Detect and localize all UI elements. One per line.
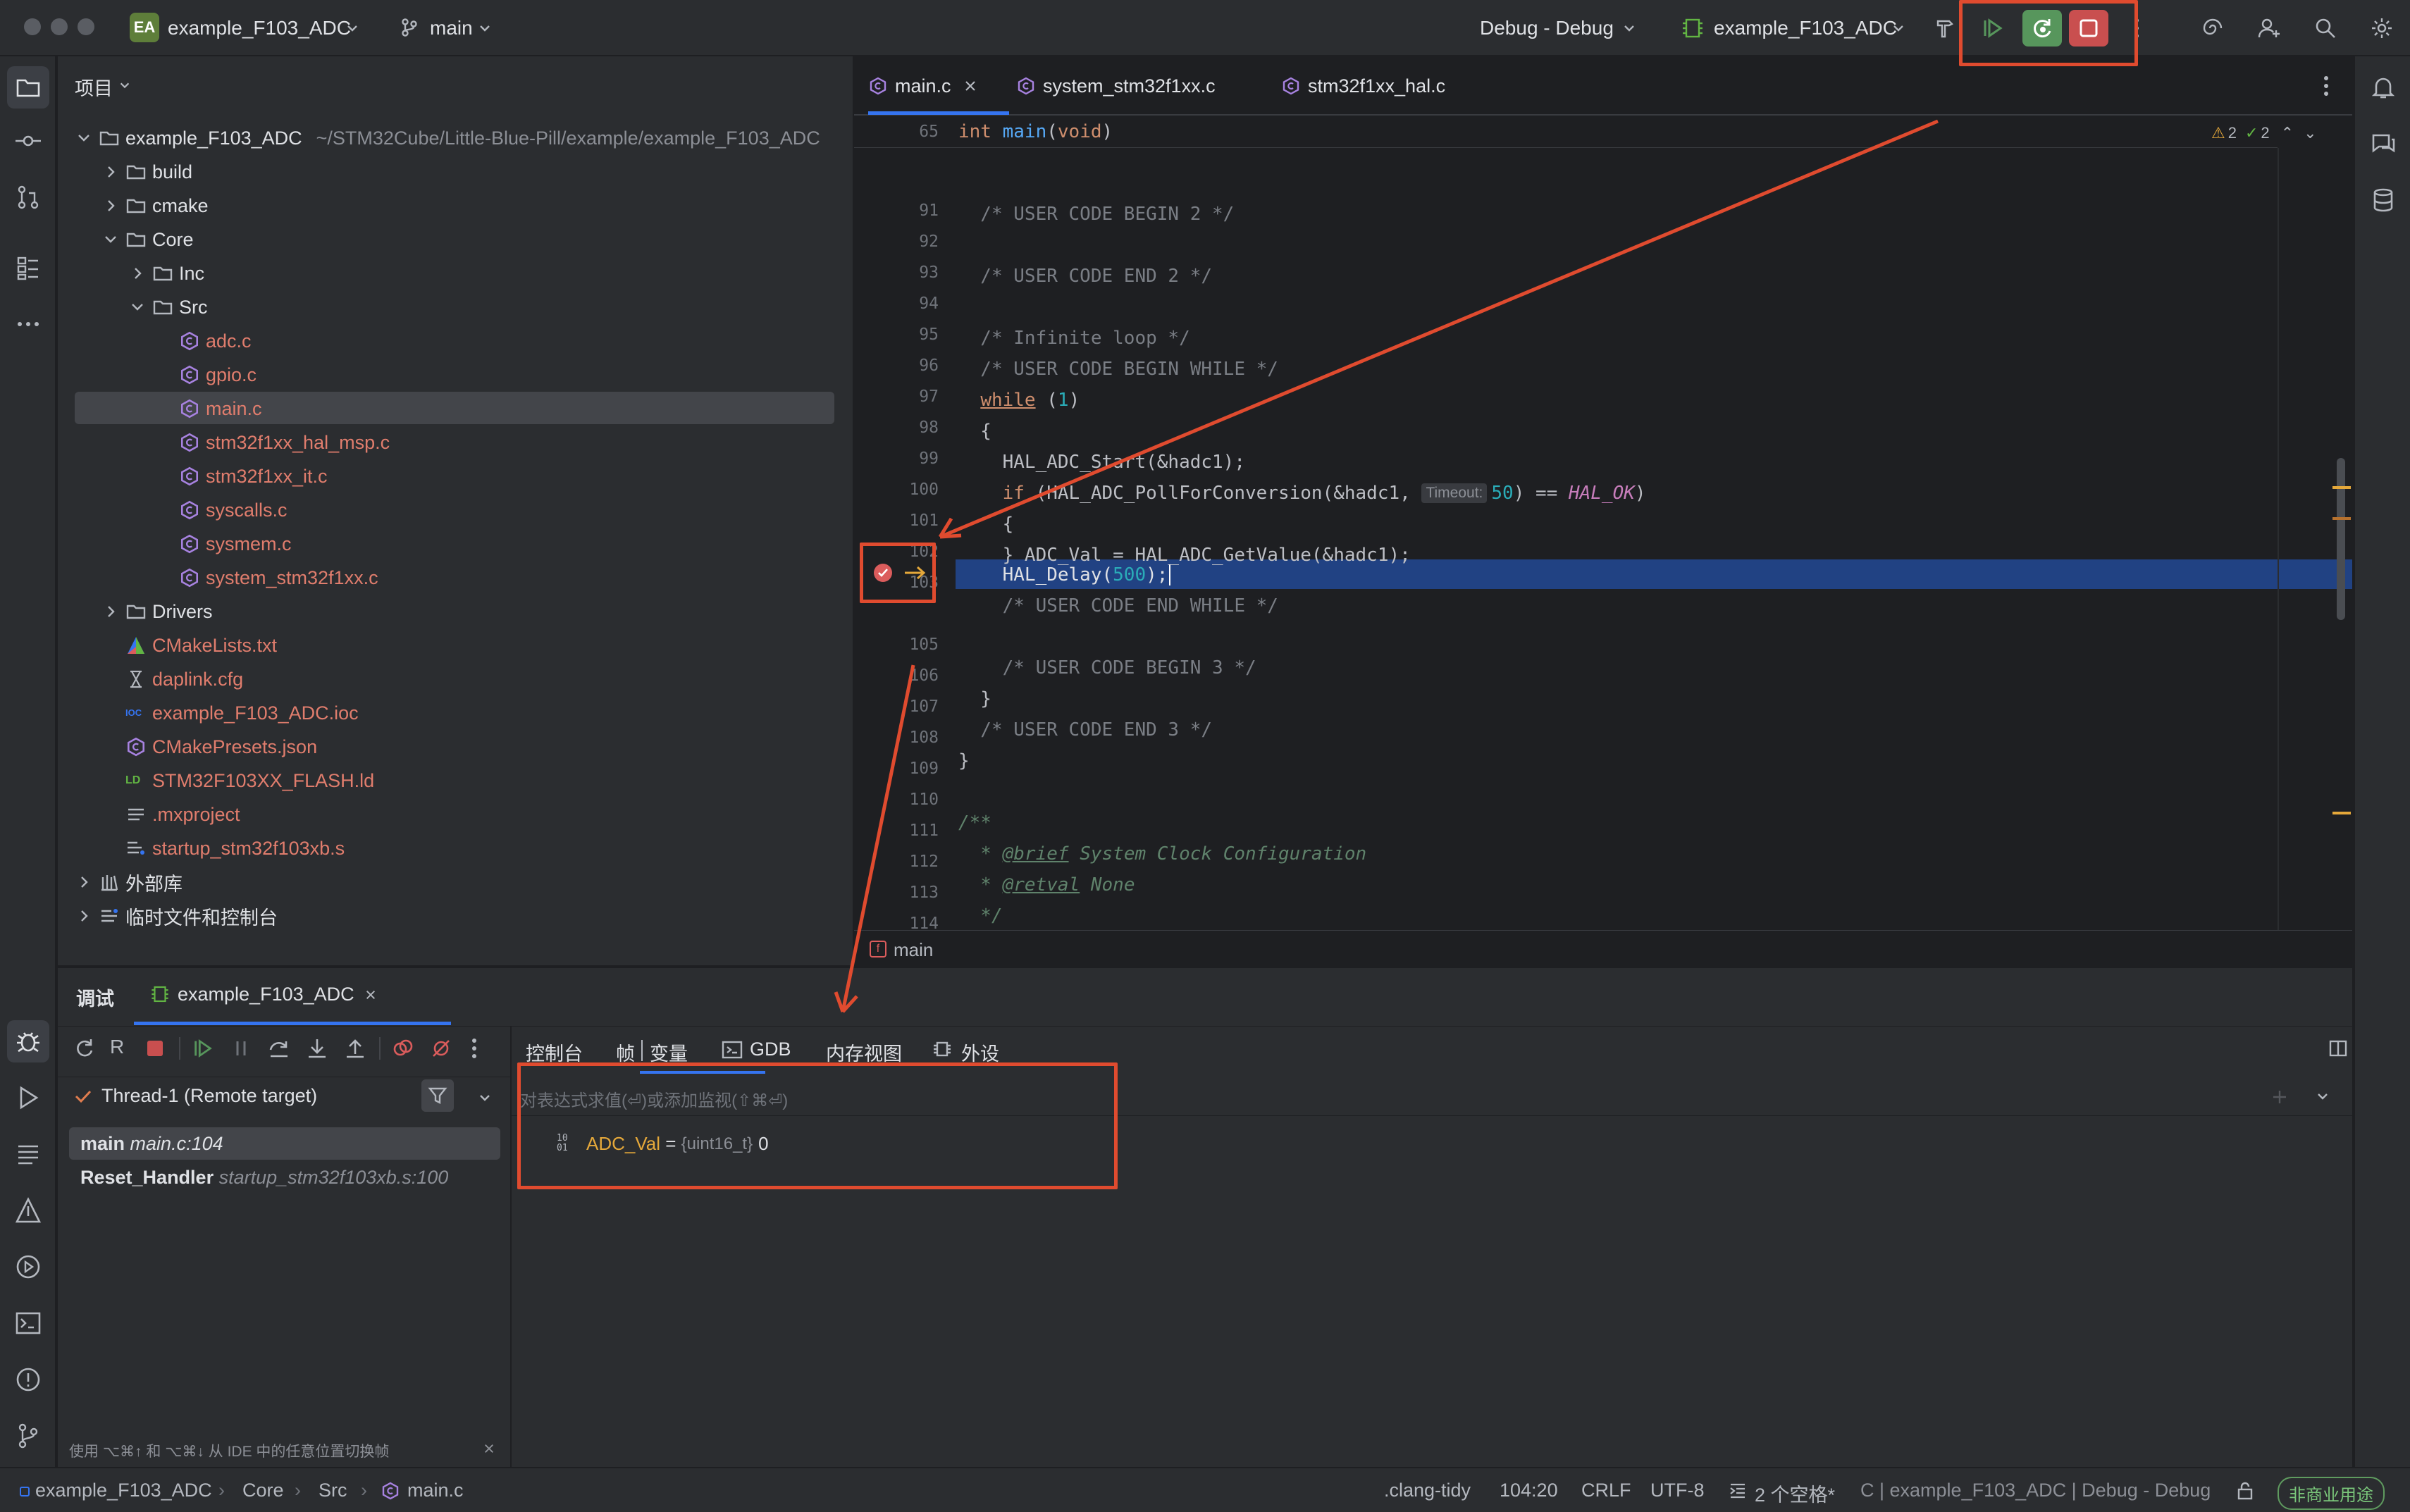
annotation-arrows — [834, 119, 1939, 1013]
